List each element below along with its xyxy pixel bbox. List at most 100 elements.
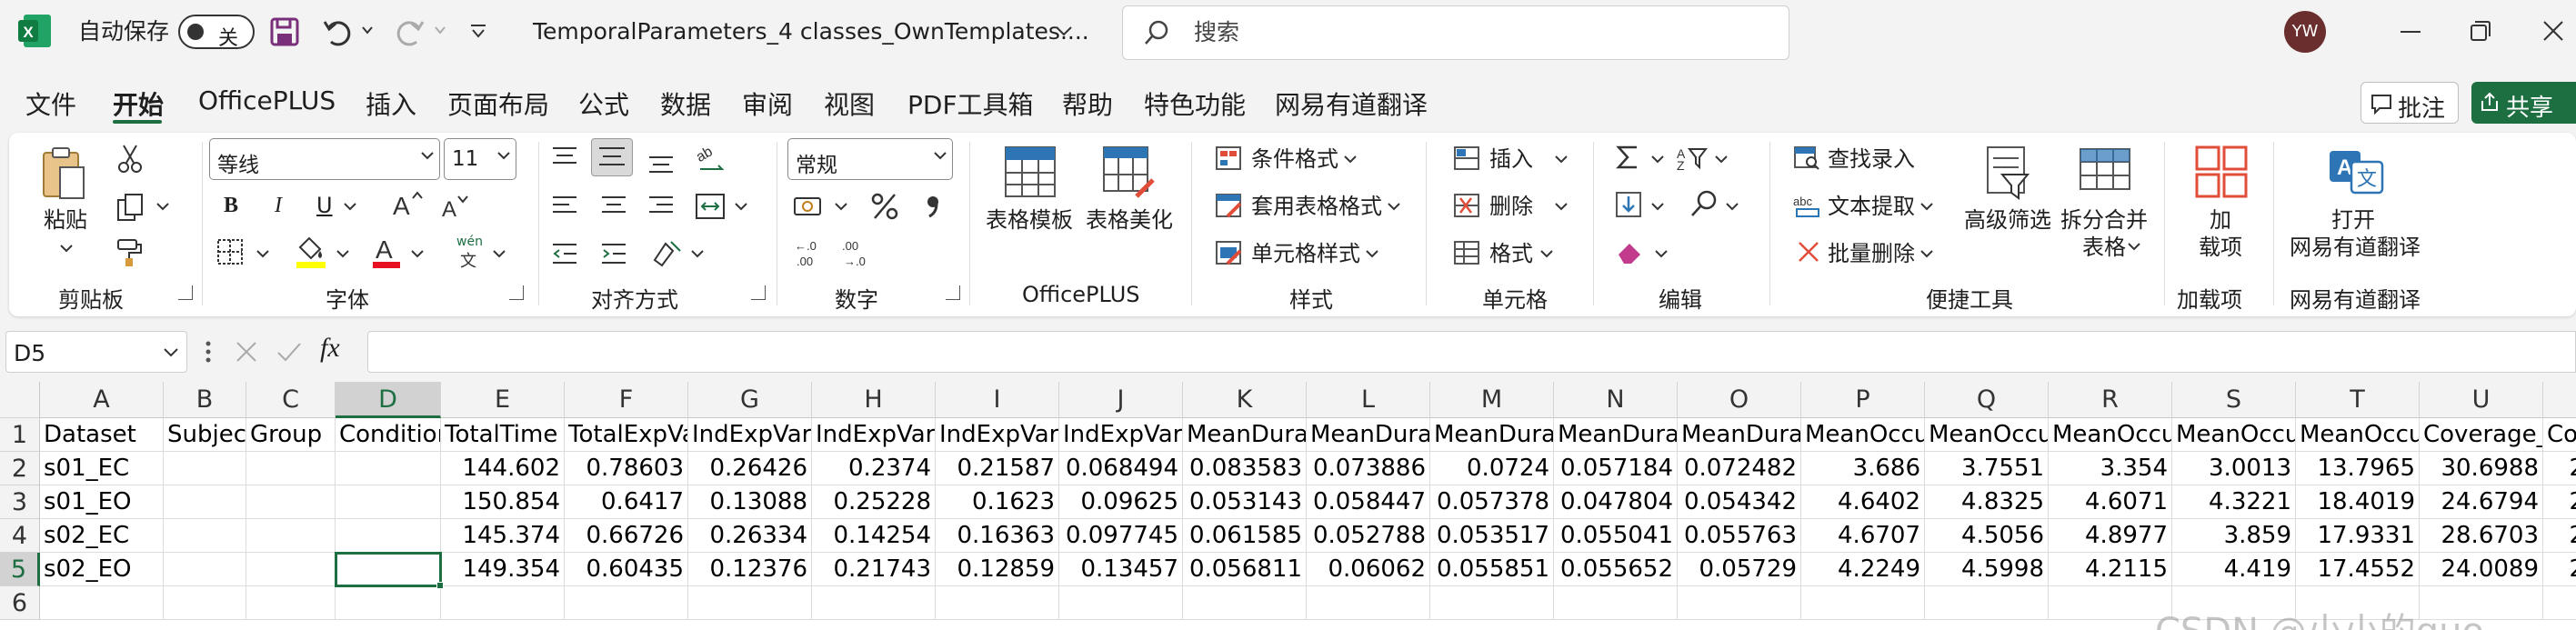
cell[interactable]: 0.055851 [1430, 553, 1554, 586]
text-extract-icon[interactable]: abc [1793, 193, 1820, 218]
column-header-F[interactable]: F [565, 382, 688, 418]
menu-youdao[interactable]: 网易有道翻译 [1275, 85, 1428, 122]
cell[interactable]: 0.21743 [812, 553, 936, 586]
cell[interactable]: 2 [2543, 553, 2576, 586]
orientation-icon[interactable]: ab [695, 142, 726, 173]
cell[interactable]: TotalTime [441, 418, 565, 452]
cell[interactable]: 0.21587 [936, 452, 1059, 485]
font-name-combo[interactable]: 等线 [209, 138, 440, 180]
cell[interactable]: 0.097745 [1059, 519, 1183, 553]
split-merge-label-2[interactable]: 表格 [2082, 236, 2126, 258]
cell[interactable]: MeanDura [1554, 418, 1678, 452]
share-button[interactable]: 共享 [2471, 82, 2576, 124]
column-header-R[interactable]: R [2049, 382, 2172, 418]
cell[interactable]: 2 [2543, 485, 2576, 519]
cell[interactable]: s01_EC [40, 452, 164, 485]
grow-font-icon[interactable]: A [391, 189, 424, 218]
minimize-icon[interactable] [2401, 31, 2421, 33]
cell[interactable]: 17.4552 [2296, 553, 2420, 586]
restore-icon[interactable] [2470, 20, 2491, 42]
fill-color-icon[interactable] [295, 235, 327, 269]
cell[interactable]: 0.1623 [936, 485, 1059, 519]
cell[interactable]: 0.055652 [1554, 553, 1678, 586]
cell[interactable]: 0.053143 [1183, 485, 1307, 519]
redo-dropdown-icon[interactable] [435, 25, 446, 35]
wrap-dropdown-icon[interactable] [691, 249, 704, 258]
cell[interactable] [565, 586, 688, 620]
save-icon[interactable] [269, 16, 300, 47]
align-middle-icon[interactable] [591, 138, 633, 176]
cell[interactable] [1554, 586, 1678, 620]
cell[interactable] [336, 485, 441, 519]
cell[interactable]: 0.072482 [1678, 452, 1801, 485]
menu-file[interactable]: 文件 [25, 85, 76, 122]
cell[interactable] [246, 586, 336, 620]
conditional-format-label[interactable]: 条件格式 [1251, 148, 1338, 170]
align-left-icon[interactable] [551, 195, 578, 218]
cell[interactable]: s01_EO [40, 485, 164, 519]
cell[interactable]: 4.3221 [2172, 485, 2296, 519]
row-header-5[interactable]: 5 [0, 553, 40, 586]
cell[interactable]: 144.602 [441, 452, 565, 485]
decrease-decimal-icon[interactable]: .00 →.0 [840, 238, 877, 269]
column-header[interactable] [2543, 382, 2576, 418]
cell-style-icon[interactable] [1215, 240, 1242, 265]
addins-icon[interactable] [2195, 145, 2248, 198]
sort-filter-icon[interactable]: AZ [1675, 144, 1708, 171]
cell[interactable]: IndExpVar [936, 418, 1059, 452]
format-cells-icon[interactable] [1453, 240, 1480, 265]
addins-label-1[interactable]: 加 [2210, 209, 2231, 231]
addins-label-2[interactable]: 载项 [2199, 236, 2242, 258]
row-header-4[interactable]: 4 [0, 519, 40, 553]
cell[interactable]: 145.374 [441, 519, 565, 553]
cell[interactable] [164, 485, 246, 519]
cell[interactable]: 3.686 [1801, 452, 1925, 485]
cell[interactable] [246, 485, 336, 519]
redo-icon[interactable] [395, 16, 426, 47]
column-header-B[interactable]: B [164, 382, 246, 418]
comma-style-icon[interactable] [924, 193, 942, 220]
cell[interactable] [1430, 586, 1554, 620]
merge-dropdown-icon[interactable] [735, 202, 747, 211]
cell-style-label[interactable]: 单元格样式 [1251, 243, 1360, 265]
menu-formulas[interactable]: 公式 [578, 85, 629, 122]
cell[interactable]: 0.0724 [1430, 452, 1554, 485]
cell[interactable]: MeanOccu [1801, 418, 1925, 452]
menu-home[interactable]: 开始 [113, 85, 164, 122]
font-color-icon[interactable]: A [371, 235, 402, 269]
cell[interactable]: 4.6707 [1801, 519, 1925, 553]
cell[interactable]: 0.26334 [688, 519, 812, 553]
table-format-icon[interactable] [1215, 193, 1242, 218]
cell[interactable] [336, 586, 441, 620]
youdao-label-2[interactable]: 网易有道翻译 [2290, 236, 2421, 258]
cell[interactable]: 4.5056 [1925, 519, 2049, 553]
cell[interactable]: MeanOccu [2049, 418, 2172, 452]
phonetic-guide-icon[interactable]: 文 [458, 249, 482, 269]
cell[interactable] [1307, 586, 1430, 620]
cell-style-dropdown-icon[interactable] [1366, 249, 1378, 258]
underline-button[interactable]: U [316, 195, 333, 216]
cell[interactable]: Condition [336, 418, 441, 452]
fill-icon[interactable] [1615, 191, 1642, 218]
cell[interactable]: MeanOccu [2296, 418, 2420, 452]
cell[interactable]: Co [2543, 418, 2576, 452]
cell[interactable]: 149.354 [441, 553, 565, 586]
column-header-J[interactable]: J [1059, 382, 1183, 418]
cell[interactable]: 0.6417 [565, 485, 688, 519]
cell[interactable]: Subject [164, 418, 246, 452]
cell[interactable]: 2 [2543, 519, 2576, 553]
split-merge-label-1[interactable]: 拆分合并 [2060, 209, 2148, 231]
cell[interactable]: 0.047804 [1554, 485, 1678, 519]
filename-dropdown-icon[interactable] [1055, 25, 1073, 36]
paste-dropdown-icon[interactable] [60, 244, 73, 253]
cell[interactable]: 4.6402 [1801, 485, 1925, 519]
split-merge-dropdown-icon[interactable] [2128, 242, 2140, 251]
conditional-format-dropdown-icon[interactable] [1344, 155, 1357, 164]
currency-dropdown-icon[interactable] [835, 202, 847, 211]
column-header-T[interactable]: T [2296, 382, 2420, 418]
find-entry-icon[interactable] [1793, 145, 1820, 171]
table-template-label[interactable]: 表格模板 [986, 209, 1073, 231]
cell[interactable]: IndExpVar [688, 418, 812, 452]
cell[interactable]: Dataset [40, 418, 164, 452]
menu-officeplus[interactable]: OfficePLUS [198, 85, 336, 115]
